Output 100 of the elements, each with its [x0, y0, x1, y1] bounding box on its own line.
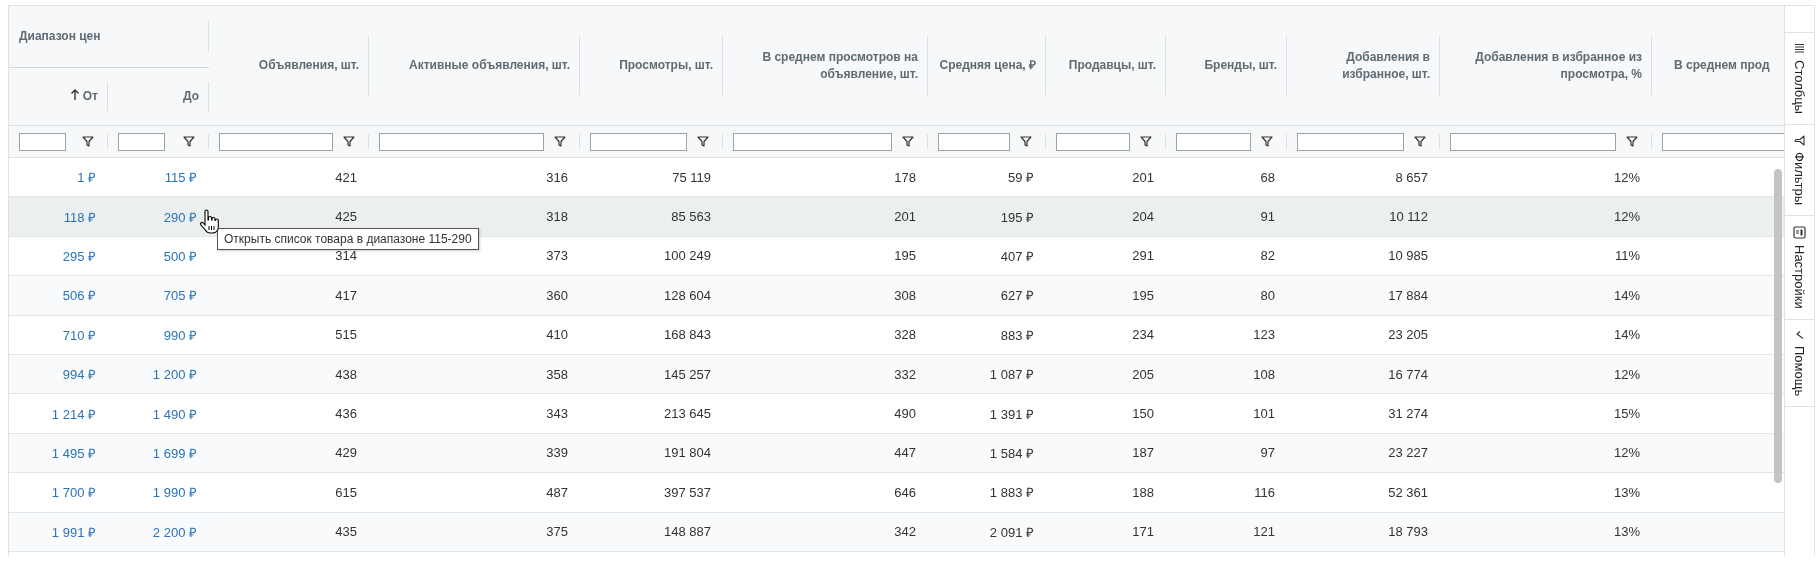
filter-icon[interactable] [343, 136, 355, 147]
column-header[interactable]: Просмотры, шт. [619, 57, 713, 74]
column-header[interactable]: Добавления в избранное, шт. [1297, 48, 1430, 83]
price-link[interactable]: 500 ₽ [163, 246, 197, 265]
side-tab[interactable]: Помощь [1785, 319, 1814, 407]
table-row[interactable]: 1 495 ₽ 1 699 ₽ 429 339 191 804 447 1 584 ₽ 187 97 23 227 12% [9, 433, 1784, 474]
price-link[interactable]: 705 ₽ [163, 286, 197, 305]
table-cell: 291 [1132, 248, 1154, 264]
table-cell: 97 [1260, 445, 1275, 461]
table-row[interactable]: 506 ₽ 705 ₽ 417 360 128 604 308 627 ₽ 195 80 17 884 14% [9, 276, 1784, 316]
filter-icon[interactable] [1626, 136, 1638, 147]
price-link[interactable]: 1 699 ₽ [152, 443, 197, 462]
filter-field[interactable] [590, 132, 687, 151]
filter-field[interactable] [19, 132, 66, 151]
price-link[interactable]: 1 490 ₽ [152, 404, 197, 423]
side-tab[interactable]: Фильтры [1785, 124, 1814, 216]
price-link[interactable]: 1 700 ₽ [51, 483, 96, 502]
filter-field[interactable] [118, 132, 165, 151]
filter-icon[interactable] [697, 136, 709, 147]
filter-field[interactable] [379, 132, 544, 151]
column-header[interactable]: В среднем просмотров на объявление, шт. [733, 48, 918, 83]
filter-field[interactable] [1176, 132, 1251, 151]
column-header[interactable]: Активные объявления, шт. [409, 57, 570, 74]
column-header[interactable]: Средняя цена, ₽ [939, 57, 1036, 74]
column-header[interactable]: В среднем прод [1674, 57, 1770, 74]
table-cell: 195 [1132, 287, 1154, 303]
table-cell: 436 [335, 406, 357, 422]
table-cell: 8 657 [1395, 169, 1428, 185]
table-cell: 85 563 [671, 209, 711, 225]
table-cell: 358 [546, 366, 568, 382]
table-row[interactable]: 994 ₽ 1 200 ₽ 438 358 145 257 332 1 087 ₽ 205 108 16 774 12% [9, 354, 1784, 395]
price-link[interactable]: 1 200 ₽ [152, 365, 197, 384]
filter-icon[interactable] [902, 136, 914, 147]
table-cell: 13% [1613, 484, 1640, 500]
table-cell: 18 793 [1388, 524, 1428, 540]
table-cell: 11% [1614, 248, 1640, 264]
price-link[interactable]: 990 ₽ [163, 325, 197, 344]
price-link[interactable]: 118 ₽ [63, 207, 96, 226]
filter-icon[interactable] [1020, 136, 1032, 147]
table-cell-text: 1 883 ₽ [989, 484, 1034, 502]
price-link[interactable]: 994 ₽ [62, 365, 96, 384]
table-cell: 13% [1613, 524, 1640, 540]
price-link[interactable]: 290 ₽ [163, 207, 197, 226]
filter-icon[interactable] [183, 136, 195, 147]
table-cell: 91 [1260, 209, 1275, 225]
price-link[interactable]: 1 214 ₽ [51, 404, 96, 423]
table-cell: 195 [894, 248, 916, 264]
column-header[interactable]: Продавцы, шт. [1068, 57, 1156, 74]
filter-icon[interactable] [1414, 136, 1426, 147]
price-link[interactable]: 295 ₽ [62, 246, 96, 265]
table-cell: 123 [1253, 327, 1275, 343]
side-tab[interactable]: Столбцы [1785, 33, 1814, 125]
table-cell: 360 [546, 287, 568, 303]
table-cell: 10 985 [1388, 248, 1428, 264]
filter-field[interactable] [219, 132, 333, 151]
price-link[interactable]: 1 991 ₽ [51, 522, 96, 541]
filter-field[interactable] [1662, 132, 1784, 151]
table-cell: 15% [1613, 406, 1640, 422]
table-cell-text: 883 ₽ [1000, 326, 1034, 344]
filter-icon[interactable] [82, 136, 94, 147]
filter-field[interactable] [938, 132, 1010, 151]
group-header: Диапазон цен [19, 28, 101, 45]
column-header[interactable]: Бренды, шт. [1204, 57, 1277, 74]
table-cell: 171 [1132, 524, 1154, 540]
price-link[interactable]: 710 ₽ [62, 325, 96, 344]
column-header[interactable]: Добавления в избранное из просмотра, % [1450, 48, 1642, 83]
table-cell-text: 407 ₽ [1000, 247, 1034, 265]
table-cell-text: 627 ₽ [1000, 287, 1034, 305]
table-cell: 429 [335, 445, 357, 461]
price-link[interactable]: 1 990 ₽ [152, 483, 197, 502]
scrollbar-thumb[interactable] [1774, 169, 1782, 483]
filter-field[interactable] [1297, 132, 1404, 151]
table-cell: 52 361 [1388, 484, 1428, 500]
table-cell: 328 [894, 327, 916, 343]
tooltip: Открыть список товара в диапазоне 115-290 [217, 228, 479, 250]
column-header[interactable]: До [182, 88, 199, 105]
table-row[interactable]: 1 700 ₽ 1 990 ₽ 615 487 397 537 646 1 883 ₽ 188 116 52 361 13% [9, 473, 1784, 513]
filter-icon[interactable] [1140, 136, 1152, 147]
filter-icon[interactable] [554, 136, 566, 147]
table-cell: 14% [1613, 287, 1640, 303]
table-cell: 12% [1613, 209, 1640, 225]
price-link[interactable]: 1 495 ₽ [51, 443, 96, 462]
filter-icon[interactable] [1261, 136, 1273, 147]
price-link[interactable]: 2 200 ₽ [152, 522, 197, 541]
columns-icon [1794, 43, 1805, 54]
table-cell: 201 [894, 209, 916, 225]
filter-field[interactable] [1056, 132, 1130, 151]
price-link[interactable]: 115 ₽ [164, 168, 197, 187]
table-cell: 168 843 [664, 327, 711, 343]
table-cell: 100 249 [664, 248, 711, 264]
price-link[interactable]: 506 ₽ [62, 286, 96, 305]
price-link[interactable]: 1 ₽ [77, 168, 96, 187]
filter-field[interactable] [733, 132, 892, 151]
table-cell: 332 [894, 366, 916, 382]
column-header[interactable]: Объявления, шт. [258, 57, 359, 74]
table-row[interactable]: 1 991 ₽ 2 200 ₽ 435 375 148 887 342 2 091 ₽ 171 121 18 793 13% [9, 512, 1784, 552]
column-header[interactable]: От [69, 88, 98, 105]
filter-field[interactable] [1450, 132, 1616, 151]
table-cell: 108 [1253, 366, 1275, 382]
side-tab[interactable]: Настройки [1785, 216, 1814, 320]
